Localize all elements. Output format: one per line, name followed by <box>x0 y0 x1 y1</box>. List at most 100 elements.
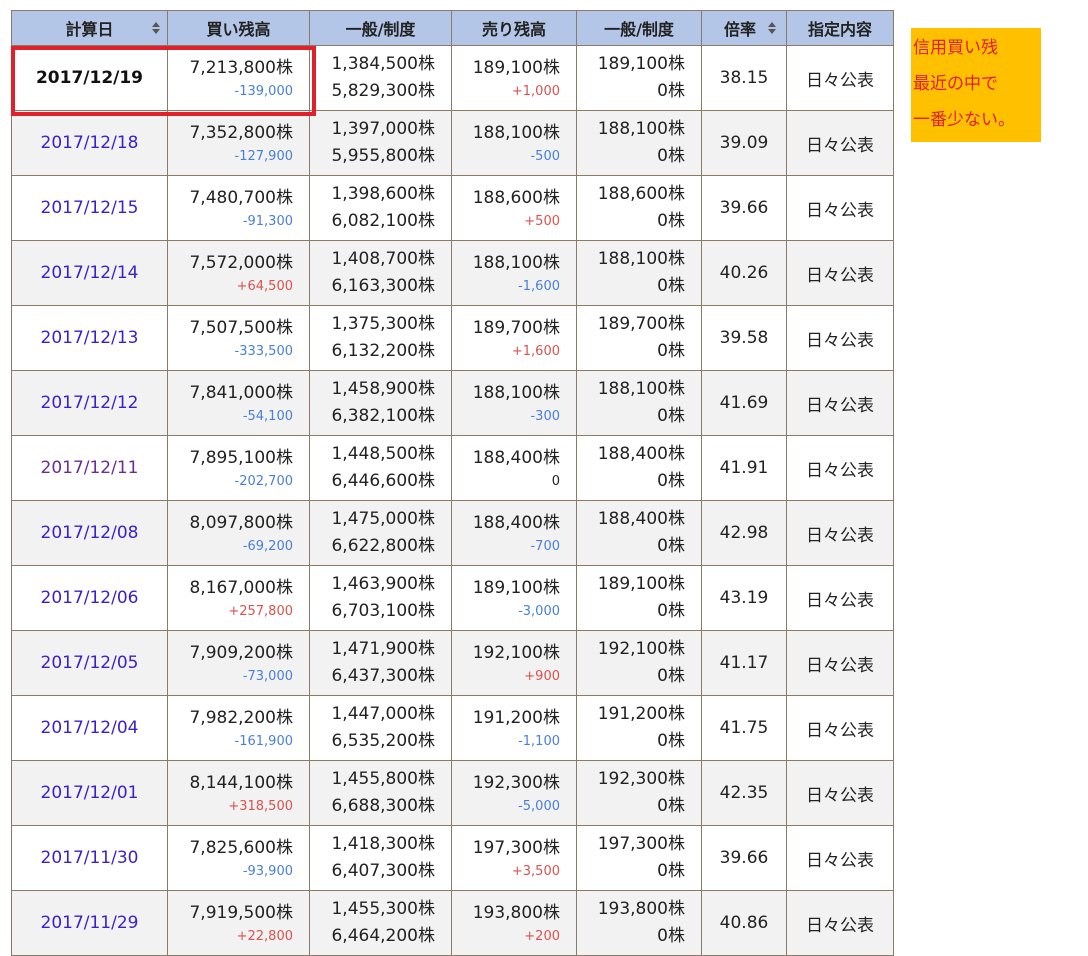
row-buy: 7,213,800株 <box>189 57 293 78</box>
row-sell-cell: 188,100株 -300 <box>451 370 577 436</box>
row-buy: 8,144,100株 <box>189 772 293 793</box>
row-sell-cell: 192,100株 +900 <box>451 630 577 696</box>
row-date-link[interactable]: 2017/12/18 <box>11 110 168 176</box>
row-sell-cell: 188,400株 0 <box>451 435 577 501</box>
row-sell-general-system-cell: 189,100株 0株 <box>576 565 702 631</box>
row-buy-general: 1,375,300株 <box>331 314 435 334</box>
row-sell-general-system-cell: 188,100株 0株 <box>576 110 702 176</box>
row-ratio: 39.66 <box>701 175 787 241</box>
row-buy-change: -69,200 <box>242 538 293 554</box>
row-sell-general: 191,200株 <box>597 704 685 724</box>
header-buy: 買い残高 <box>167 10 310 46</box>
row-buy-change: -73,000 <box>242 668 293 684</box>
table-row: 2017/12/05 7,909,200株 -73,000 1,471,900株 6,4… <box>11 630 894 696</box>
row-date-link[interactable]: 2017/12/13 <box>11 305 168 371</box>
row-date-link[interactable]: 2017/12/08 <box>11 500 168 566</box>
row-sell-general-system-cell: 192,100株 0株 <box>576 630 702 696</box>
row-buy-general-system-cell: 1,471,900株 6,437,300株 <box>309 630 452 696</box>
row-date-link[interactable]: 2017/12/04 <box>11 695 168 761</box>
row-date-link[interactable]: 2017/11/30 <box>11 825 168 891</box>
row-buy: 7,919,500株 <box>189 902 293 923</box>
table-row: 2017/12/13 7,507,500株 -333,500 1,375,300株 6,… <box>11 305 894 371</box>
row-buy: 7,895,100株 <box>189 447 293 468</box>
row-sell-general: 192,300株 <box>597 769 685 789</box>
note-line-1: 信用買い残 <box>913 38 998 58</box>
row-designation: 日々公表 <box>786 500 894 566</box>
row-ratio: 41.75 <box>701 695 787 761</box>
table-header-row: 計算日 買い残高 一般/制度 売り残高 一般/制度 倍率 指定内容 <box>11 10 894 46</box>
row-designation: 日々公表 <box>786 565 894 631</box>
row-buy-cell: 8,097,800株 -69,200 <box>167 500 310 566</box>
row-buy-system: 6,703,100株 <box>331 601 435 621</box>
table-body: 2017/12/19 7,213,800株 -139,000 1,384,500株 5,… <box>11 45 894 956</box>
row-buy-general-system-cell: 1,398,600株 6,082,100株 <box>309 175 452 241</box>
row-sell-general: 188,100株 <box>597 379 685 399</box>
row-sell-system: 0株 <box>657 536 685 556</box>
row-sell-general-system-cell: 188,100株 0株 <box>576 240 702 306</box>
row-buy-change: -139,000 <box>234 83 293 99</box>
row-buy-general-system-cell: 1,447,000株 6,535,200株 <box>309 695 452 761</box>
row-date-link[interactable]: 2017/12/14 <box>11 240 168 306</box>
row-designation: 日々公表 <box>786 240 894 306</box>
row-buy-change: -161,900 <box>234 733 293 749</box>
row-sell-cell: 188,100株 -500 <box>451 110 577 176</box>
row-sell-change: -5,000 <box>518 798 560 814</box>
row-sell-change: +1,600 <box>511 343 560 359</box>
row-sell-general-system-cell: 188,600株 0株 <box>576 175 702 241</box>
row-buy-change: -91,300 <box>242 213 293 229</box>
row-buy-general: 1,397,000株 <box>331 119 435 139</box>
row-buy-general: 1,455,800株 <box>331 769 435 789</box>
row-sell-change: +3,500 <box>511 863 560 879</box>
row-date-link[interactable]: 2017/12/06 <box>11 565 168 631</box>
row-buy-general: 1,471,900株 <box>331 639 435 659</box>
row-date-link[interactable]: 2017/12/12 <box>11 370 168 436</box>
row-sell-system: 0株 <box>657 276 685 296</box>
row-buy: 7,507,500株 <box>189 317 293 338</box>
row-buy-change: -54,100 <box>242 408 293 424</box>
header-buy-general-system: 一般/制度 <box>309 10 452 46</box>
row-sell-system: 0株 <box>657 796 685 816</box>
row-buy-system: 6,688,300株 <box>331 796 435 816</box>
sort-icon[interactable] <box>152 22 160 34</box>
row-date-link[interactable]: 2017/12/01 <box>11 760 168 826</box>
row-date-link[interactable]: 2017/12/05 <box>11 630 168 696</box>
note-line-2: 最近の中で <box>913 74 998 94</box>
row-buy-cell: 8,167,000株 +257,800 <box>167 565 310 631</box>
row-buy-cell: 7,841,000株 -54,100 <box>167 370 310 436</box>
row-sell-change: +500 <box>524 213 560 229</box>
row-date-link[interactable]: 2017/12/15 <box>11 175 168 241</box>
row-sell: 188,400株 <box>472 512 560 533</box>
row-sell: 188,100株 <box>472 382 560 403</box>
row-date-link[interactable]: 2017/11/29 <box>11 890 168 956</box>
row-ratio: 39.09 <box>701 110 787 176</box>
row-designation: 日々公表 <box>786 370 894 436</box>
row-sell-cell: 189,100株 -3,000 <box>451 565 577 631</box>
row-sell: 189,100株 <box>472 577 560 598</box>
row-buy-change: -127,900 <box>234 148 293 164</box>
row-designation: 日々公表 <box>786 435 894 501</box>
row-ratio: 41.91 <box>701 435 787 501</box>
row-sell-system: 0株 <box>657 926 685 946</box>
header-sell-general-system: 一般/制度 <box>576 10 702 46</box>
row-sell-change: -1,600 <box>518 278 560 294</box>
row-sell-cell: 188,600株 +500 <box>451 175 577 241</box>
row-buy: 7,352,800株 <box>189 122 293 143</box>
row-sell: 188,100株 <box>472 252 560 273</box>
sort-icon[interactable] <box>768 22 776 34</box>
row-designation: 日々公表 <box>786 890 894 956</box>
row-sell-general-system-cell: 197,300株 0株 <box>576 825 702 891</box>
header-sell: 売り残高 <box>451 10 577 46</box>
table-row: 2017/12/06 8,167,000株 +257,800 1,463,900株 6,… <box>11 565 894 631</box>
header-date[interactable]: 計算日 <box>11 10 168 46</box>
row-buy-general: 1,418,300株 <box>331 834 435 854</box>
row-buy-change: +64,500 <box>236 278 293 294</box>
table-row: 2017/12/19 7,213,800株 -139,000 1,384,500株 5,… <box>11 45 894 111</box>
row-sell-general: 193,800株 <box>597 899 685 919</box>
row-ratio: 39.66 <box>701 825 787 891</box>
row-sell-change: 0 <box>551 473 560 489</box>
row-buy-general: 1,463,900株 <box>331 574 435 594</box>
header-ratio[interactable]: 倍率 <box>701 10 787 46</box>
annotation-note: 信用買い残 最近の中で 一番少ない。 <box>911 28 1041 142</box>
row-date-link[interactable]: 2017/12/11 <box>11 435 168 501</box>
row-ratio: 39.58 <box>701 305 787 371</box>
